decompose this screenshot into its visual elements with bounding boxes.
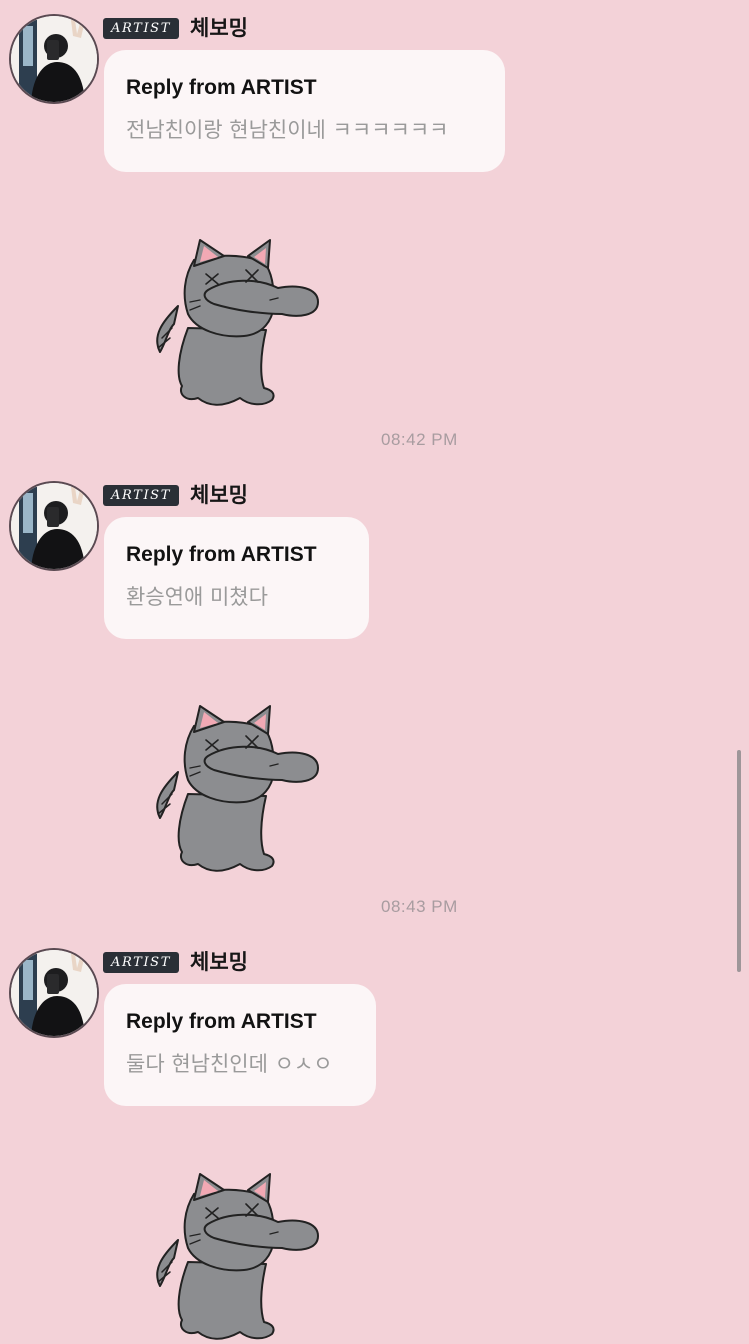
message-timestamp: 08:43 PM xyxy=(381,897,458,916)
scrollbar[interactable] xyxy=(737,750,741,972)
chat-feed[interactable]: ARTIST 체보밍 Reply from ARTIST 전남친이랑 현남친이네… xyxy=(0,0,749,1200)
reply-title: Reply from ARTIST xyxy=(126,1010,317,1033)
sender-name[interactable]: 체보밍 xyxy=(190,12,248,42)
avatar[interactable] xyxy=(11,483,97,569)
reply-text: 환승연애 미쳤다 xyxy=(126,585,268,609)
profile-photo-icon xyxy=(11,483,97,569)
profile-photo-icon xyxy=(11,950,97,1036)
sender-name[interactable]: 체보밍 xyxy=(190,946,248,976)
gray-cat-facepalm-sticker[interactable] xyxy=(148,1160,324,1344)
avatar[interactable] xyxy=(11,16,97,102)
profile-photo-icon xyxy=(11,16,97,102)
reply-text: 둘다 현남친인데 ㅇㅅㅇ xyxy=(126,1052,333,1076)
reply-bubble[interactable]: Reply from ARTIST 환승연애 미쳤다 xyxy=(104,517,369,639)
sender-name[interactable]: 체보밍 xyxy=(190,479,248,509)
message-timestamp: 08:42 PM xyxy=(381,430,458,449)
reply-text: 전남친이랑 현남친이네 ㅋㅋㅋㅋㅋㅋ xyxy=(126,118,449,142)
artist-badge: ARTIST xyxy=(103,952,179,973)
gray-cat-facepalm-sticker[interactable] xyxy=(148,226,324,410)
gray-cat-facepalm-sticker[interactable] xyxy=(148,692,324,876)
reply-bubble[interactable]: Reply from ARTIST 전남친이랑 현남친이네 ㅋㅋㅋㅋㅋㅋ xyxy=(104,50,505,172)
reply-bubble[interactable]: Reply from ARTIST 둘다 현남친인데 ㅇㅅㅇ xyxy=(104,984,376,1106)
artist-badge: ARTIST xyxy=(103,18,179,39)
avatar[interactable] xyxy=(11,950,97,1036)
reply-title: Reply from ARTIST xyxy=(126,76,317,99)
artist-badge: ARTIST xyxy=(103,485,179,506)
reply-title: Reply from ARTIST xyxy=(126,543,317,566)
